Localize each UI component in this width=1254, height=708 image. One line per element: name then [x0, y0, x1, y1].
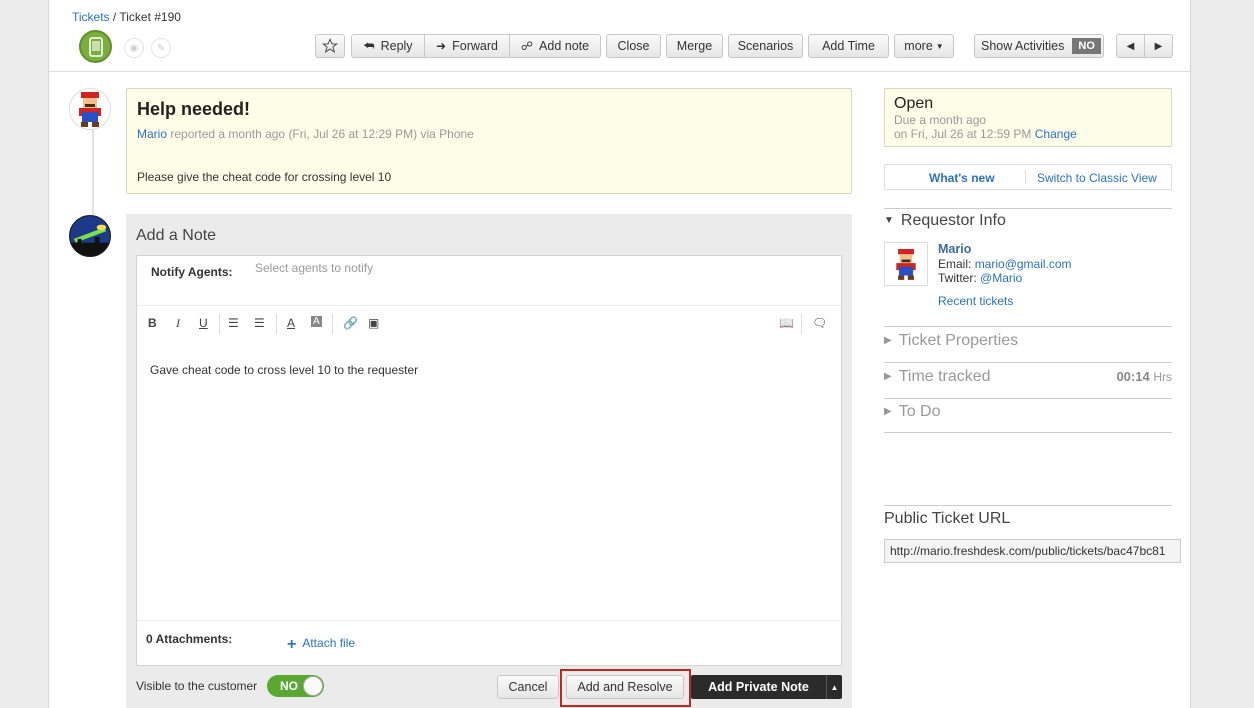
ticket-properties-header[interactable]: ▶ Ticket Properties: [884, 326, 1172, 362]
canned-response-icon[interactable]: 🗨: [812, 316, 827, 330]
underline-icon[interactable]: U: [199, 316, 208, 330]
ticket-body: Please give the cheat code for crossing …: [137, 170, 392, 184]
highlight-icon[interactable]: A: [311, 316, 322, 327]
triangle-right-icon: ▶: [884, 406, 892, 417]
recent-tickets-link[interactable]: Recent tickets: [938, 294, 1013, 308]
ticket-toolbar: ⮪ Reply ➜ Forward ☍ Add note Close Merge Sc…: [315, 34, 1173, 58]
view-switch: What's new Switch to Classic View: [884, 164, 1172, 190]
forward-icon: ➜: [436, 39, 447, 53]
requestor-twitter: Twitter: @Mario: [938, 271, 1023, 285]
ticket-header: Tickets / Ticket #190 ◉ ✎ ⮪ Reply ➜ Forwar…: [49, 0, 1190, 72]
add-note-icon: ☍: [520, 39, 534, 53]
public-url-field[interactable]: http://mario.freshdesk.com/public/ticket…: [884, 539, 1181, 563]
breadcrumb: Tickets / Ticket #190: [72, 10, 181, 24]
star-button[interactable]: [315, 34, 345, 58]
todo-header[interactable]: ▶ To Do: [884, 398, 1172, 433]
reply-group: ⮪ Reply ➜ Forward ☍ Add note: [351, 34, 601, 58]
chevron-left-icon: ◀: [1126, 40, 1135, 52]
visible-to-customer-toggle[interactable]: NO: [267, 675, 324, 697]
toggle-knob: [303, 676, 323, 696]
notify-agents-input[interactable]: Select agents to notify: [255, 261, 373, 275]
attach-file-link[interactable]: + Attach file: [287, 636, 355, 654]
conversation-line: [92, 120, 94, 220]
due-line-1: Due a month ago: [894, 113, 987, 127]
time-tracked-value: 00:14 Hrs: [1116, 369, 1172, 384]
requestor-avatar: [884, 242, 928, 286]
ticket-status-box: Open Due a month ago on Fri, Jul 26 at 1…: [884, 88, 1172, 147]
agent-avatar: [69, 215, 111, 257]
ticket-description: Help needed! Mario reported a month ago …: [126, 88, 852, 194]
image-icon[interactable]: ▣: [368, 316, 379, 330]
visible-to-customer-label: Visible to the customer: [136, 679, 258, 693]
breadcrumb-current: Ticket #190: [119, 10, 181, 24]
time-tracked-header[interactable]: ▶ Time tracked 00:14 Hrs: [884, 362, 1172, 398]
requestor-info-header[interactable]: ▼ Requestor Info: [884, 208, 1172, 238]
ticket-nav: ◀ ▶: [1116, 34, 1173, 58]
whats-new-link[interactable]: What's new: [929, 171, 995, 185]
reply-icon: ⮪: [363, 38, 375, 53]
solutions-book-icon[interactable]: 📖: [779, 316, 794, 330]
plus-icon: +: [287, 636, 297, 653]
requestor-email: Email: mario@gmail.com: [938, 257, 1072, 271]
phone-source-icon: [79, 30, 112, 63]
scenarios-button[interactable]: Scenarios: [728, 34, 803, 58]
chevron-right-icon: ▶: [1154, 40, 1163, 52]
bullet-list-icon[interactable]: ☰: [228, 316, 239, 330]
caret-up-icon[interactable]: ▲: [826, 675, 842, 699]
show-activities-state: NO: [1072, 38, 1101, 54]
due-line-2: on Fri, Jul 26 at 12:59 PM Change: [894, 127, 1077, 141]
attachments-count: 0 Attachments:: [146, 632, 233, 646]
change-due-link[interactable]: Change: [1035, 127, 1077, 141]
breadcrumb-tickets-link[interactable]: Tickets: [72, 10, 110, 24]
font-color-icon[interactable]: A: [287, 316, 295, 330]
rich-text-toolbar: B I U ☰ ☰ A A 🔗 ▣ 📖 🗨: [137, 305, 841, 341]
italic-icon[interactable]: I: [176, 316, 180, 331]
ticket-status[interactable]: Open: [894, 95, 933, 113]
show-activities-toggle[interactable]: Show Activities NO: [974, 34, 1104, 58]
cancel-button[interactable]: Cancel: [497, 675, 559, 699]
close-button[interactable]: Close: [606, 34, 661, 58]
caret-down-icon: ▼: [935, 41, 944, 51]
add-note-heading: Add a Note: [136, 227, 217, 244]
requestor-name[interactable]: Mario: [938, 242, 971, 256]
ticket-title: Help needed!: [137, 99, 251, 119]
ticket-meta: Mario reported a month ago (Fri, Jul 26 …: [137, 127, 474, 141]
requestor-email-link[interactable]: mario@gmail.com: [975, 257, 1072, 271]
forward-button[interactable]: ➜ Forward: [424, 34, 510, 58]
link-icon[interactable]: 🔗: [343, 316, 358, 330]
add-and-resolve-button[interactable]: Add and Resolve: [566, 675, 684, 699]
attachments-row: 0 Attachments: + Attach file: [137, 620, 841, 666]
numbered-list-icon[interactable]: ☰: [254, 316, 265, 330]
triangle-right-icon: ▶: [884, 371, 892, 382]
ticket-author-link[interactable]: Mario: [137, 127, 167, 141]
add-time-button[interactable]: Add Time: [808, 34, 889, 58]
more-button[interactable]: more ▼: [894, 34, 954, 58]
triangle-down-icon: ▼: [884, 215, 894, 226]
requester-avatar: [69, 88, 111, 130]
star-icon: [322, 38, 338, 54]
reply-button[interactable]: ⮪ Reply: [351, 34, 425, 58]
note-body-input[interactable]: Gave cheat code to cross level 10 to the…: [150, 363, 418, 377]
add-note-button[interactable]: ☍ Add note: [509, 34, 601, 58]
add-private-note-button[interactable]: Add Private Note ▲: [691, 675, 842, 699]
next-ticket-button[interactable]: ▶: [1144, 34, 1173, 58]
public-url-heading: Public Ticket URL: [884, 505, 1172, 528]
classic-view-link[interactable]: Switch to Classic View: [1037, 171, 1157, 185]
triangle-right-icon: ▶: [884, 335, 892, 346]
requestor-twitter-link[interactable]: @Mario: [980, 271, 1022, 285]
bold-icon[interactable]: B: [148, 316, 157, 330]
notify-agents-label: Notify Agents:: [151, 265, 233, 279]
previous-ticket-button[interactable]: ◀: [1116, 34, 1145, 58]
watch-icon[interactable]: ◉: [124, 38, 144, 58]
page: Tickets / Ticket #190 ◉ ✎ ⮪ Reply ➜ Forwar…: [48, 0, 1191, 708]
note-editor: Notify Agents: Select agents to notify B…: [136, 255, 842, 666]
edit-icon[interactable]: ✎: [151, 38, 171, 58]
add-note-panel: Add a Note Notify Agents: Select agents …: [126, 214, 852, 708]
merge-button[interactable]: Merge: [666, 34, 723, 58]
